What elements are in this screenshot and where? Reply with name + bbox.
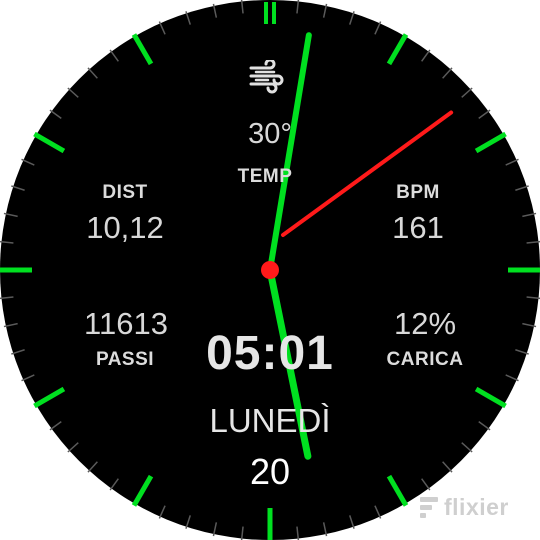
wind-icon [249,60,284,94]
temperature-value: 30° [248,118,292,150]
battery-value: 12% [393,306,457,341]
heart-rate-value: 161 [392,210,444,245]
distance-label: DIST [102,182,148,203]
watermark-text: flixier [444,494,509,520]
distance-value: 10,12 [86,210,164,245]
temperature-label: TEMP [237,166,293,187]
steps-value: 11613 [84,306,168,341]
battery-label: CARICA [386,349,464,370]
watermark: flixier [418,492,528,522]
center-pin [261,261,279,279]
day-name: LUNEDÌ [209,402,331,439]
watch-face: 30° TEMP DIST 10,12 BPM 161 11613 PASSI … [0,0,540,540]
digital-time: 05:01 [206,327,334,380]
steps-label: PASSI [95,349,155,370]
day-number: 20 [249,451,291,492]
heart-rate-label: BPM [396,182,440,203]
flixier-logo-icon [420,497,438,518]
